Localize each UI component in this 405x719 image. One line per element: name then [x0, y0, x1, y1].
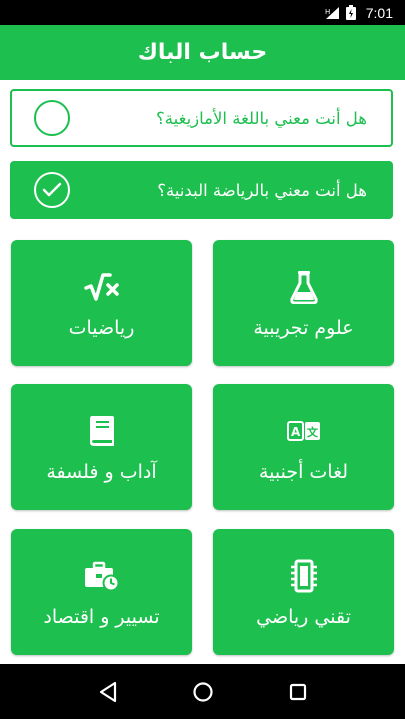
sport-option-label: هل أنت معني بالرياضة البدنية؟	[157, 180, 367, 200]
app-bar: حساب الباك	[0, 25, 405, 80]
stream-label-foreign-languages: لغات أجنبية	[258, 461, 349, 483]
svg-text:H: H	[325, 8, 330, 16]
home-icon[interactable]	[183, 672, 223, 712]
page-title: حساب الباك	[137, 40, 268, 65]
stream-tile-experimental-sciences[interactable]: علوم تجريبية	[213, 240, 394, 366]
signal-icon: H	[324, 6, 340, 20]
chip-icon	[290, 556, 318, 596]
stream-label-management-economics: تسيير و اقتصاد	[43, 606, 160, 628]
amazigh-option-label: هل أنت معني باللغة الأمازيغية؟	[156, 108, 367, 128]
book-icon	[88, 411, 116, 451]
recents-icon[interactable]	[278, 672, 318, 712]
checked-circle-icon	[34, 172, 70, 208]
back-icon[interactable]	[88, 672, 128, 712]
status-bar: H 7:01	[0, 0, 405, 25]
stream-tile-management-economics[interactable]: تسيير و اقتصاد	[11, 529, 192, 655]
stream-label-experimental-sciences: علوم تجريبية	[253, 317, 354, 339]
stream-tile-foreign-languages[interactable]: A 文 لغات أجنبية	[213, 384, 394, 510]
translate-icon: A 文	[286, 411, 321, 451]
flask-icon	[289, 267, 318, 307]
briefcase-clock-icon	[84, 556, 120, 596]
stream-tile-math[interactable]: رياضيات	[11, 240, 192, 366]
stream-tile-technical-math[interactable]: تقني رياضي	[213, 529, 394, 655]
stream-tile-literature-philosophy[interactable]: آداب و فلسفة	[11, 384, 192, 510]
svg-text:A: A	[291, 425, 301, 439]
amazigh-option-toggle[interactable]: هل أنت معني باللغة الأمازيغية؟	[10, 89, 393, 147]
sport-option-toggle[interactable]: هل أنت معني بالرياضة البدنية؟	[10, 161, 393, 219]
stream-label-math: رياضيات	[68, 317, 135, 339]
status-time: 7:01	[365, 4, 393, 21]
svg-text:文: 文	[307, 425, 319, 439]
battery-icon	[345, 5, 356, 20]
square-root-icon	[83, 267, 120, 307]
stream-label-literature-philosophy: آداب و فلسفة	[46, 461, 157, 483]
stream-label-technical-math: تقني رياضي	[256, 606, 351, 628]
unchecked-circle-icon	[34, 100, 70, 136]
system-nav-bar	[0, 664, 405, 719]
